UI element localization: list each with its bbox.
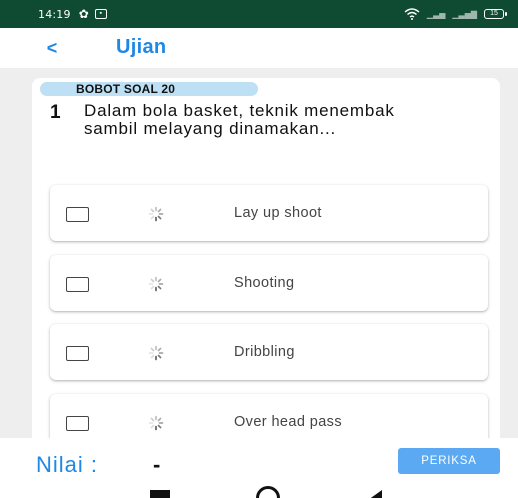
question-card: BOBOT SOAL 20 1 Dalam bola basket, tekni… — [32, 78, 500, 438]
status-time: 14:19 — [38, 7, 71, 21]
score-label: Nilai : — [36, 452, 99, 477]
battery-icon: 15 — [484, 9, 507, 19]
signal-icon-2: ▁▃▅▇ — [452, 9, 477, 19]
home-icon[interactable] — [256, 486, 280, 498]
answer-option-2[interactable]: Shooting — [50, 255, 488, 311]
check-answer-button[interactable]: PERIKSA — [398, 448, 500, 474]
loading-spinner-icon — [148, 415, 164, 431]
status-left-icons: ✿ ▪ — [79, 8, 107, 20]
answer-checkbox[interactable] — [66, 346, 89, 361]
battery-level: 15 — [490, 10, 498, 17]
back-icon[interactable] — [368, 490, 382, 498]
answer-label: Lay up shoot — [234, 205, 322, 221]
question-text: Dalam bola basket, teknik menembak sambi… — [84, 101, 395, 138]
wifi-icon — [404, 8, 420, 20]
recent-apps-icon[interactable] — [150, 490, 170, 498]
navigation-bar — [0, 480, 518, 498]
status-right-icons: ▁▃▅ ▁▃▅▇ 15 — [404, 8, 507, 20]
score-bar: Nilai : - PERIKSA — [0, 438, 518, 480]
answer-option-4[interactable]: Over head pass — [50, 394, 488, 438]
app-screen: 14:19 ✿ ▪ ▁▃▅ ▁▃▅▇ 15 < Ujian BOBOT SOAL… — [0, 0, 518, 498]
status-bar: 14:19 ✿ ▪ ▁▃▅ ▁▃▅▇ 15 — [0, 0, 518, 28]
gear-icon: ✿ — [78, 7, 89, 21]
signal-icon: ▁▃▅ — [426, 9, 446, 19]
back-button[interactable]: < — [40, 34, 64, 62]
question-number: 1 — [50, 102, 61, 123]
loading-spinner-icon — [148, 345, 164, 361]
app-header: < Ujian — [0, 28, 518, 68]
answer-label: Over head pass — [234, 414, 342, 430]
answer-label: Dribbling — [234, 344, 295, 360]
answer-label: Shooting — [234, 275, 295, 291]
notification-box-icon: ▪ — [94, 9, 107, 19]
answer-checkbox[interactable] — [66, 277, 89, 292]
page-title: Ujian — [116, 36, 167, 58]
loading-spinner-icon — [148, 206, 164, 222]
back-arrow-icon: < — [46, 37, 58, 58]
loading-spinner-icon — [148, 276, 164, 292]
score-value: - — [153, 452, 161, 477]
answer-checkbox[interactable] — [66, 416, 89, 431]
question-weight-badge: BOBOT SOAL 20 — [40, 82, 258, 96]
answer-checkbox[interactable] — [66, 207, 89, 222]
answer-option-3[interactable]: Dribbling — [50, 324, 488, 380]
answer-option-1[interactable]: Lay up shoot — [50, 185, 488, 241]
